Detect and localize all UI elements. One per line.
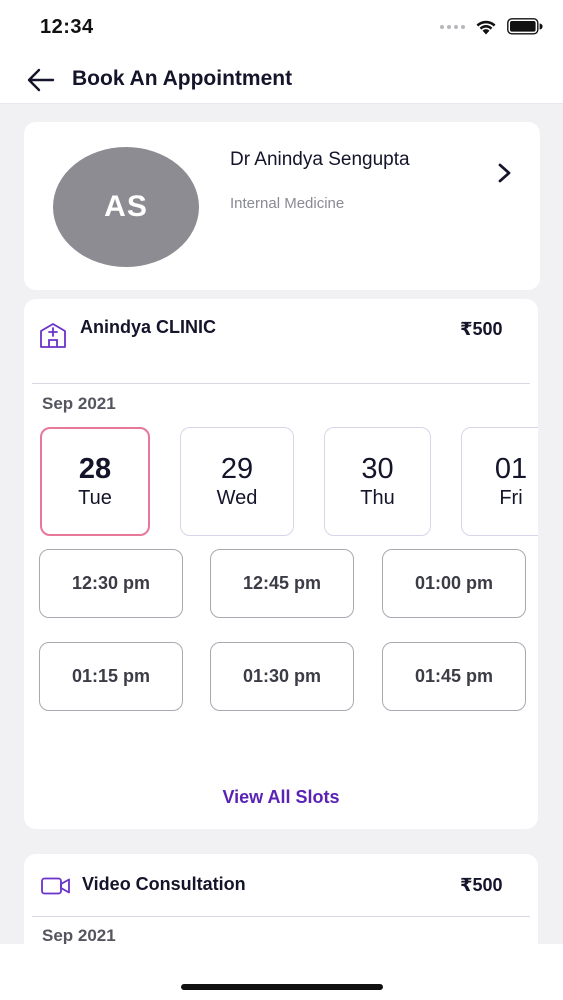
wifi-icon — [476, 20, 496, 34]
clinic-fee: ₹500 — [460, 319, 503, 339]
time-slot[interactable]: 12:45 pm — [210, 549, 354, 618]
clinic-card: Anindya CLINIC ₹500 Sep 2021 28 Tue 29 W… — [24, 299, 538, 829]
back-arrow-icon[interactable] — [26, 66, 56, 94]
divider — [32, 916, 530, 917]
date-card-28[interactable]: 28 Tue — [40, 427, 150, 536]
video-fee: ₹500 — [460, 875, 503, 895]
app-header: Book An Appointment — [0, 56, 563, 104]
date-card-29[interactable]: 29 Wed — [180, 427, 294, 536]
date-day: Wed — [216, 487, 258, 509]
date-number: 30 — [361, 453, 394, 485]
doctor-specialty: Internal Medicine — [230, 195, 345, 212]
avatar-initials: AS — [104, 190, 148, 223]
date-number: 28 — [78, 453, 112, 485]
date-day: Tue — [78, 487, 112, 509]
date-number: 29 — [220, 453, 254, 485]
signal-icon — [440, 24, 465, 29]
home-indicator[interactable] — [181, 984, 383, 990]
doctor-name: Dr Anindya Sengupta — [230, 149, 410, 170]
status-time: 12:34 — [40, 16, 94, 38]
date-day: Fri — [499, 487, 523, 509]
date-card-30[interactable]: 30 Thu — [324, 427, 431, 536]
date-card-01[interactable]: 01 Fri — [461, 427, 538, 536]
page-title: Book An Appointment — [72, 67, 293, 90]
battery-icon — [507, 18, 543, 35]
time-slot[interactable]: 01:30 pm — [210, 642, 354, 711]
bottom-bar — [0, 944, 563, 1000]
view-all-slots-button[interactable]: View All Slots — [24, 787, 538, 808]
video-camera-icon — [41, 877, 70, 895]
video-consultation-title: Video Consultation — [82, 874, 246, 894]
doctor-card[interactable]: AS Dr Anindya Sengupta Internal Medicine — [24, 122, 540, 290]
time-slot[interactable]: 12:30 pm — [39, 549, 183, 618]
time-slot[interactable]: 01:00 pm — [382, 549, 526, 618]
doctor-avatar: AS — [53, 147, 199, 267]
hospital-icon — [40, 323, 66, 348]
date-number: 01 — [494, 453, 528, 485]
month-label: Sep 2021 — [42, 926, 116, 945]
time-slot[interactable]: 01:45 pm — [382, 642, 526, 711]
chevron-right-icon[interactable] — [494, 162, 514, 184]
month-label: Sep 2021 — [42, 394, 116, 413]
status-icons — [440, 18, 543, 35]
date-day: Thu — [360, 487, 395, 509]
status-bar: 12:34 — [0, 0, 563, 56]
clinic-name: Anindya CLINIC — [80, 317, 217, 337]
time-slot[interactable]: 01:15 pm — [39, 642, 183, 711]
divider — [32, 383, 530, 384]
